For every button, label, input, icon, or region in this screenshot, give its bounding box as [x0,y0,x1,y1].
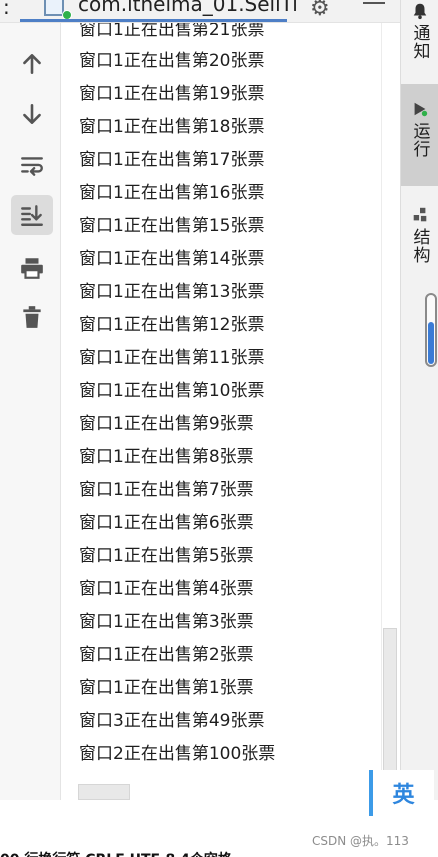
console-line-partial: 窗口1正在出售第21张票 [79,23,265,40]
console-line: 窗口1正在出售第12张票 [79,315,265,335]
console-line: 窗口1正在出售第1张票 [79,678,254,698]
console-line: 窗口1正在出售第3张票 [79,612,254,632]
console-line: 窗口1正在出售第8张票 [79,447,254,467]
notifications-label: 通知 [409,24,430,60]
console-line: 窗口1正在出售第10张票 [79,381,265,401]
structure-tool-button[interactable]: 结构 [401,204,438,284]
console-line: 窗口2正在出售第100张票 [79,744,276,764]
console-line: 窗口1正在出售第19张票 [79,84,265,104]
active-tab-underline [20,19,287,22]
ime-language-indicator[interactable]: 英 [369,770,434,816]
scroll-to-end-icon [21,205,43,226]
tab-title: com.itheima_01.SellTi [78,0,298,16]
console-line: 窗口1正在出售第14张票 [79,249,265,269]
scroll-to-end-button[interactable] [11,195,53,235]
print-button[interactable] [11,248,53,288]
console-output[interactable]: 窗口1正在出售第21张票 窗口1正在出售第20张票 窗口1正在出售第19张票 窗… [61,23,381,800]
side-scrollbar-thumb[interactable] [428,322,434,364]
console-line: 窗口1正在出售第11张票 [79,348,265,368]
trash-icon [23,306,41,328]
arrow-down-icon [23,104,41,124]
arrow-up-icon [23,54,41,74]
console-line: 窗口1正在出售第4张票 [79,579,254,599]
console-line: 窗口1正在出售第6张票 [79,513,254,533]
right-tool-window-bar: 通知 运行 结构 [400,0,438,800]
gear-icon[interactable]: ⚙ [310,0,330,21]
console-line: 窗口1正在出售第9张票 [79,414,254,434]
run-icon [414,102,428,117]
run-tool-button[interactable]: 运行 [401,84,438,186]
run-label: 运行 [409,122,430,158]
console-line: 窗口3正在出售第49张票 [79,711,265,731]
soft-wrap-icon [21,157,43,176]
structure-label: 结构 [409,228,430,264]
console-line: 窗口1正在出售第13张票 [79,282,265,302]
console-line: 窗口1正在出售第5张票 [79,546,254,566]
horizontal-scrollbar-thumb[interactable] [78,784,130,800]
bell-icon [413,3,427,20]
window-icon [44,0,64,16]
soft-wrap-button[interactable] [11,146,53,186]
console-toolbar [0,23,61,800]
console-line: 窗口1正在出售第2张票 [79,645,254,665]
console-line: 窗口1正在出售第18张票 [79,117,265,137]
down-button[interactable] [11,94,53,134]
console-line: 窗口1正在出售第16张票 [79,183,265,203]
header-colon: : [3,0,10,19]
status-bar: 00 行换行符 CRLF UTF-8 4个空格 [0,846,438,857]
console-line: 窗口1正在出售第20张票 [79,51,265,71]
console-line: 窗口1正在出售第17张票 [79,150,265,170]
structure-icon [413,207,427,222]
notifications-tool-button[interactable]: 通知 [401,0,438,72]
editor-tab-bar: : com.itheima_01.SellTi ⚙ [0,0,400,23]
up-button[interactable] [11,44,53,84]
print-icon [21,258,43,279]
clear-button[interactable] [11,297,53,337]
console-line: 窗口1正在出售第15张票 [79,216,265,236]
console-line: 窗口1正在出售第7张票 [79,480,254,500]
minimize-icon[interactable] [363,2,385,4]
status-text: 00 行换行符 CRLF UTF-8 4个空格 [0,849,232,857]
